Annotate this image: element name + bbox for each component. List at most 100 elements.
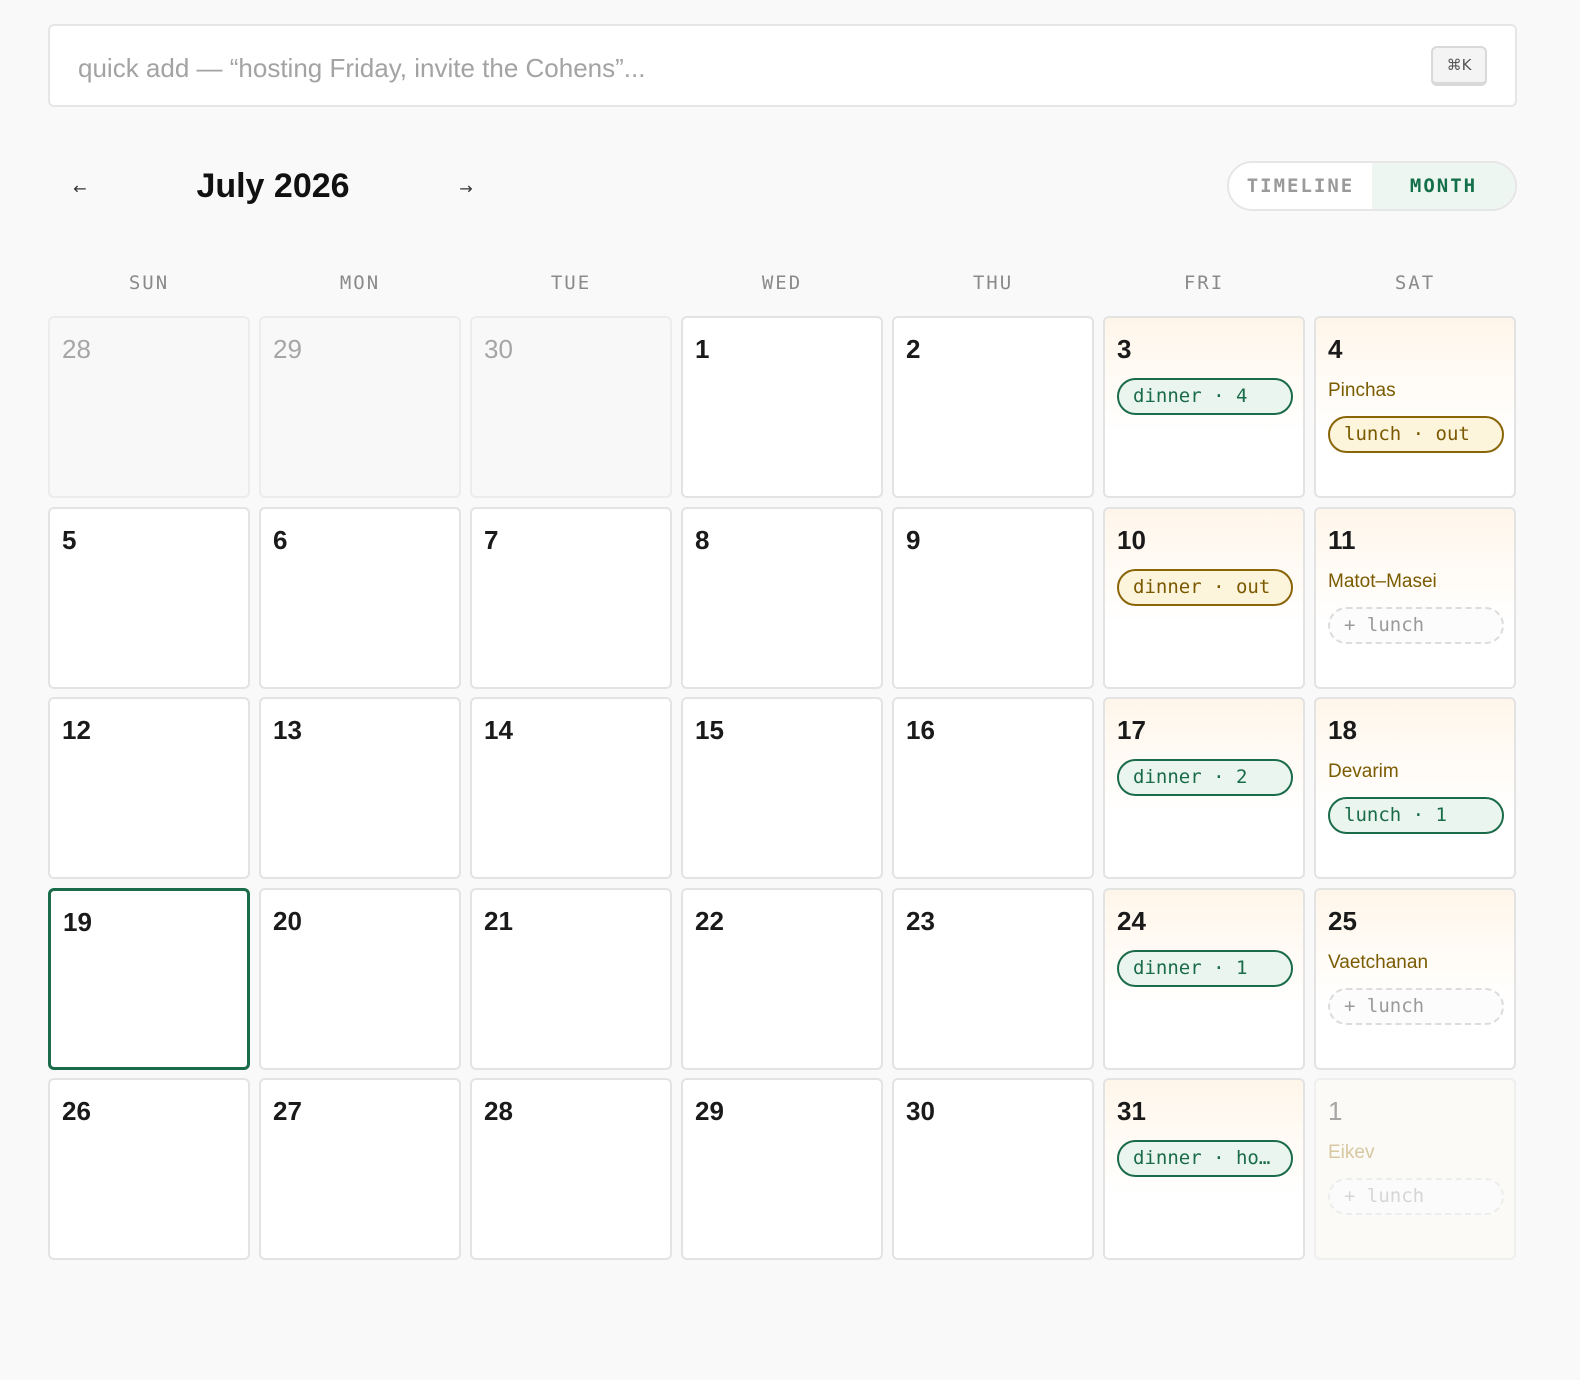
parsha-label: Matot–Masei [1328, 571, 1437, 592]
day-cell[interactable]: 30 [470, 316, 672, 498]
day-cell[interactable]: 29 [259, 316, 461, 498]
day-cell[interactable]: 1 [681, 316, 883, 498]
day-cell[interactable]: 29 [681, 1078, 883, 1260]
day-cell[interactable]: 25 Vaetchanan + lunch [1314, 888, 1516, 1070]
day-number: 20 [273, 906, 302, 936]
day-number: 25 [1328, 906, 1357, 936]
meal-pill[interactable]: lunch · 1 [1328, 797, 1504, 834]
day-cell[interactable]: 10 dinner · out [1103, 507, 1305, 689]
day-number: 8 [695, 525, 710, 555]
day-number: 1 [695, 334, 710, 364]
day-number: 27 [273, 1096, 302, 1126]
day-number: 28 [62, 334, 91, 364]
day-cell[interactable]: 20 [259, 888, 461, 1070]
day-number: 15 [695, 715, 724, 745]
day-number: 17 [1117, 715, 1146, 745]
day-number: 9 [906, 525, 921, 555]
day-number: 28 [484, 1096, 513, 1126]
day-cell[interactable]: 3 dinner · 4 [1103, 316, 1305, 498]
day-cell[interactable]: 1 Eikev + lunch [1314, 1078, 1516, 1260]
day-cell[interactable]: 8 [681, 507, 883, 689]
day-number: 2 [906, 334, 921, 364]
day-cell[interactable]: 21 [470, 888, 672, 1070]
add-meal-button[interactable]: + lunch [1328, 607, 1504, 644]
day-number: 1 [1328, 1096, 1343, 1126]
add-meal-button[interactable]: + lunch [1328, 988, 1504, 1025]
day-number: 30 [906, 1096, 935, 1126]
day-number: 30 [484, 334, 513, 364]
day-number: 11 [1328, 525, 1356, 555]
view-option-timeline[interactable]: TIMELINE [1229, 163, 1372, 209]
weekday-label-sun: SUN [128, 272, 170, 294]
view-option-month[interactable]: MONTH [1372, 163, 1515, 209]
day-number: 3 [1117, 334, 1132, 364]
day-number: 29 [695, 1096, 724, 1126]
day-cell[interactable]: 28 [48, 316, 250, 498]
parsha-label: Vaetchanan [1328, 952, 1429, 973]
parsha-label: Devarim [1328, 761, 1399, 782]
day-cell[interactable]: 24 dinner · 1 [1103, 888, 1305, 1070]
day-cell[interactable]: 27 [259, 1078, 461, 1260]
day-cell[interactable]: 17 dinner · 2 [1103, 697, 1305, 879]
day-number: 16 [906, 715, 935, 745]
day-cell-today[interactable]: 19 [48, 888, 250, 1070]
day-number: 6 [273, 525, 288, 555]
day-cell[interactable]: 14 [470, 697, 672, 879]
day-cell[interactable]: 31 dinner · ho… [1103, 1078, 1305, 1260]
quick-add-input[interactable] [78, 48, 1378, 88]
weekday-label-fri: FRI [1183, 272, 1225, 294]
weekday-label-thu: THU [972, 272, 1014, 294]
day-cell[interactable]: 15 [681, 697, 883, 879]
weekday-label-sat: SAT [1394, 272, 1436, 294]
weekday-label-mon: MON [339, 272, 381, 294]
day-number: 14 [484, 715, 513, 745]
meal-pill[interactable]: dinner · out [1117, 569, 1293, 606]
day-number: 21 [484, 906, 513, 936]
weekday-label-wed: WED [761, 272, 803, 294]
day-cell[interactable]: 18 Devarim lunch · 1 [1314, 697, 1516, 879]
day-number: 26 [62, 1096, 91, 1126]
next-month-arrow-icon[interactable]: → [446, 168, 486, 208]
day-cell[interactable]: 12 [48, 697, 250, 879]
day-cell[interactable]: 4 Pinchas lunch · out [1314, 316, 1516, 498]
meal-pill[interactable]: dinner · 4 [1117, 378, 1293, 415]
day-cell[interactable]: 26 [48, 1078, 250, 1260]
day-cell[interactable]: 28 [470, 1078, 672, 1260]
day-number: 22 [695, 906, 724, 936]
view-toggle: TIMELINE MONTH [1227, 161, 1517, 211]
parsha-label: Pinchas [1328, 380, 1396, 401]
day-cell[interactable]: 9 [892, 507, 1094, 689]
day-cell[interactable]: 30 [892, 1078, 1094, 1260]
day-number: 5 [62, 525, 77, 555]
day-number: 12 [62, 715, 91, 745]
day-number: 10 [1117, 525, 1146, 555]
day-cell[interactable]: 11 Matot–Masei + lunch [1314, 507, 1516, 689]
prev-month-arrow-icon[interactable]: ← [60, 168, 100, 208]
day-number: 7 [484, 525, 499, 555]
meal-pill[interactable]: dinner · 2 [1117, 759, 1293, 796]
parsha-label: Eikev [1328, 1142, 1375, 1163]
meal-pill[interactable]: dinner · 1 [1117, 950, 1293, 987]
month-title: July 2026 [196, 167, 350, 205]
day-number: 29 [273, 334, 302, 364]
day-cell[interactable]: 23 [892, 888, 1094, 1070]
day-number: 31 [1117, 1096, 1146, 1126]
day-cell[interactable]: 16 [892, 697, 1094, 879]
day-cell[interactable]: 6 [259, 507, 461, 689]
day-cell[interactable]: 13 [259, 697, 461, 879]
day-number: 19 [63, 907, 92, 937]
meal-pill[interactable]: lunch · out [1328, 416, 1504, 453]
meal-pill[interactable]: dinner · ho… [1117, 1140, 1293, 1177]
add-meal-button[interactable]: + lunch [1328, 1178, 1504, 1215]
weekday-label-tue: TUE [550, 272, 592, 294]
day-cell[interactable]: 7 [470, 507, 672, 689]
day-cell[interactable]: 5 [48, 507, 250, 689]
day-number: 24 [1117, 906, 1146, 936]
day-number: 4 [1328, 334, 1343, 364]
day-number: 18 [1328, 715, 1357, 745]
shortcut-key-badge: ⌘K [1431, 46, 1487, 86]
day-cell[interactable]: 22 [681, 888, 883, 1070]
quick-add-bar: ⌘K [48, 24, 1517, 107]
day-number: 13 [273, 715, 302, 745]
day-cell[interactable]: 2 [892, 316, 1094, 498]
